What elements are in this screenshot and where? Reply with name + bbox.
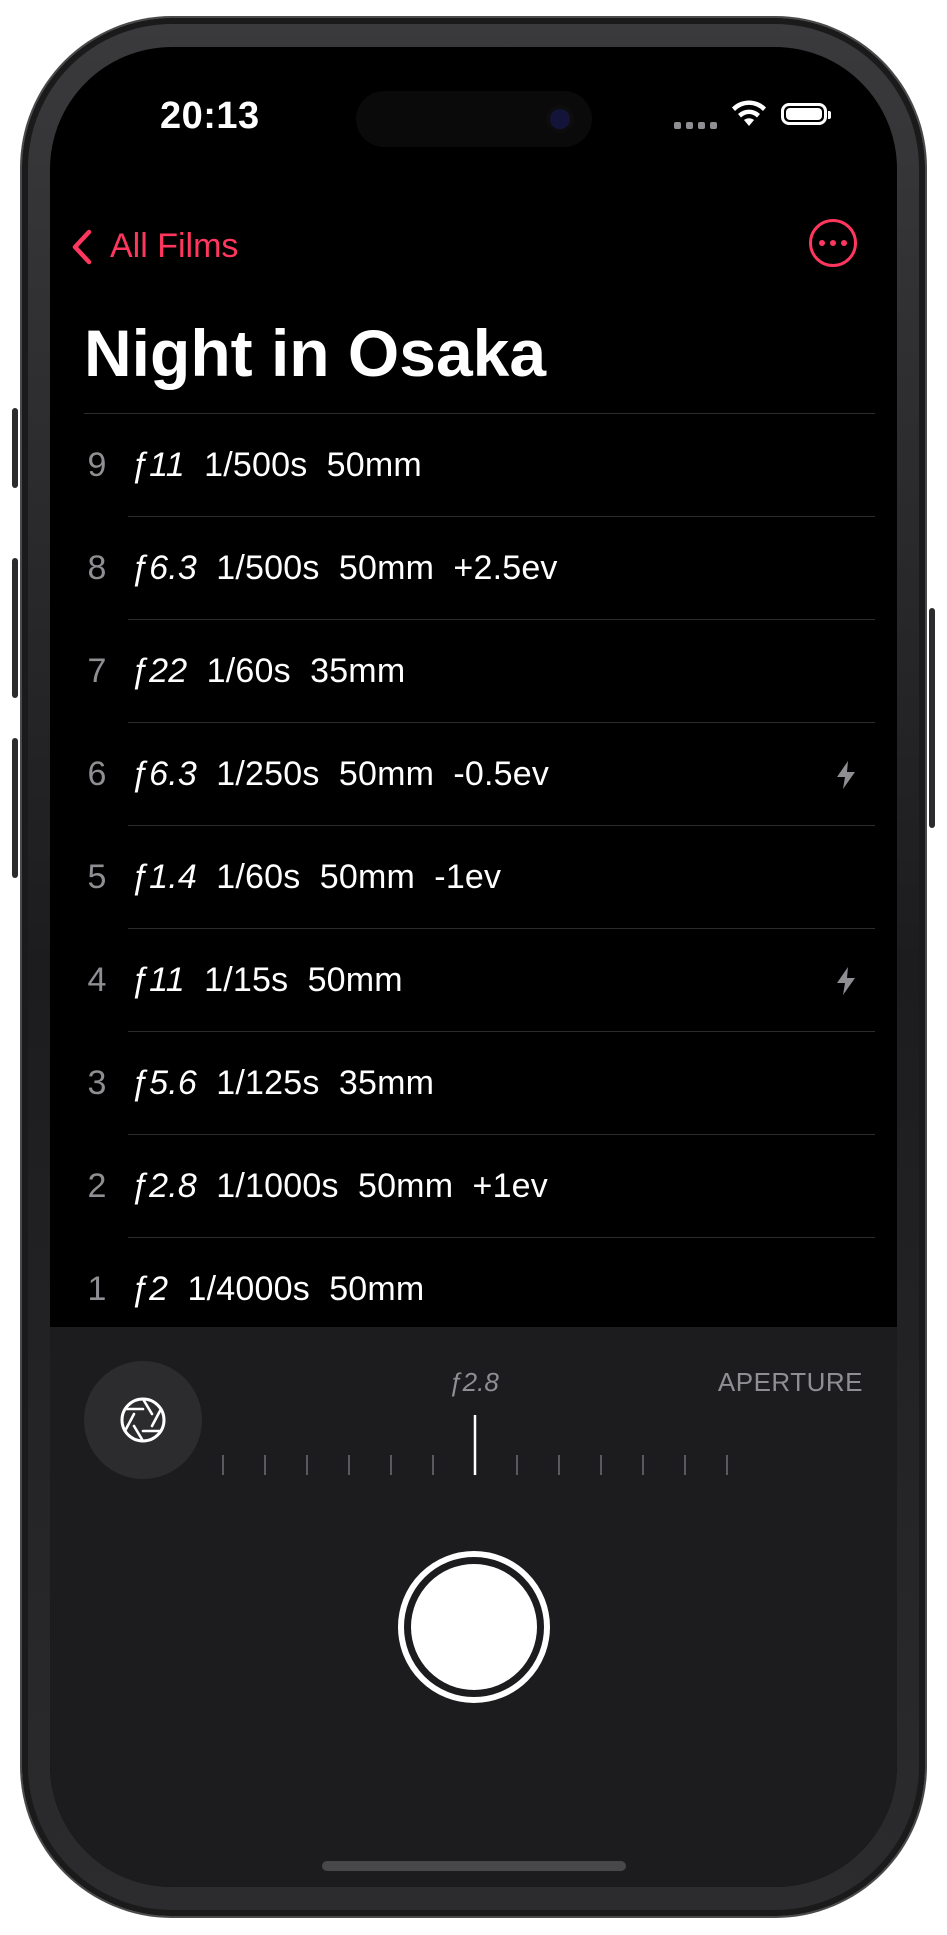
shot-settings: ƒ6.3 1/250s 50mm -0.5ev bbox=[130, 755, 549, 794]
control-panel: ƒ2.8 APERTURE bbox=[50, 1327, 897, 1887]
shot-row[interactable]: 9 ƒ11 1/500s 50mm bbox=[50, 414, 897, 517]
shot-settings: ƒ11 1/500s 50mm bbox=[130, 446, 422, 485]
shot-exposure: 1/1000s 50mm +1ev bbox=[196, 1167, 548, 1205]
shot-row[interactable]: 5 ƒ1.4 1/60s 50mm -1ev bbox=[50, 826, 897, 929]
shot-row[interactable]: 7 ƒ22 1/60s 35mm bbox=[50, 620, 897, 723]
shot-aperture: ƒ2 bbox=[130, 1270, 169, 1308]
shot-exposure: 1/500s 50mm bbox=[184, 446, 422, 484]
back-button[interactable]: All Films bbox=[70, 227, 238, 266]
status-icons bbox=[674, 99, 831, 129]
shot-aperture: ƒ1.4 bbox=[130, 858, 197, 896]
screen: 20:13 All Films Night in Osaka 9 ƒ11 1/5… bbox=[50, 47, 897, 1887]
more-options-button[interactable] bbox=[809, 219, 857, 267]
battery-icon bbox=[781, 103, 831, 125]
shot-exposure: 1/4000s 50mm bbox=[168, 1270, 425, 1308]
shot-aperture: ƒ5.6 bbox=[130, 1064, 197, 1102]
shot-number: 1 bbox=[87, 1270, 107, 1308]
shot-list: 9 ƒ11 1/500s 50mm 8 ƒ6.3 1/500s 50mm +2.5ev… bbox=[50, 414, 897, 1341]
shot-aperture: ƒ6.3 bbox=[130, 549, 197, 587]
flash-icon bbox=[837, 966, 855, 995]
page-title: Night in Osaka bbox=[84, 316, 547, 390]
wifi-icon bbox=[732, 100, 766, 126]
back-button-label: All Films bbox=[110, 227, 239, 265]
aperture-icon bbox=[120, 1397, 166, 1443]
shot-row[interactable]: 8 ƒ6.3 1/500s 50mm +2.5ev bbox=[50, 517, 897, 620]
shot-row[interactable]: 6 ƒ6.3 1/250s 50mm -0.5ev bbox=[50, 723, 897, 826]
shot-settings: ƒ5.6 1/125s 35mm bbox=[130, 1064, 434, 1103]
shot-exposure: 1/500s 50mm +2.5ev bbox=[196, 549, 558, 587]
shot-number: 4 bbox=[87, 961, 107, 999]
shot-number: 8 bbox=[87, 549, 107, 587]
action-button bbox=[12, 408, 18, 488]
shot-exposure: 1/60s 35mm bbox=[187, 652, 406, 690]
shot-number: 6 bbox=[87, 755, 107, 793]
shot-settings: ƒ6.3 1/500s 50mm +2.5ev bbox=[130, 549, 558, 588]
shot-exposure: 1/60s 50mm -1ev bbox=[196, 858, 502, 896]
home-indicator[interactable] bbox=[322, 1861, 626, 1871]
shot-settings: ƒ2 1/4000s 50mm bbox=[130, 1270, 424, 1309]
shot-exposure: 1/250s 50mm -0.5ev bbox=[196, 755, 550, 793]
shutter-button[interactable] bbox=[398, 1551, 550, 1703]
shot-aperture: ƒ22 bbox=[130, 652, 188, 690]
shot-number: 2 bbox=[87, 1167, 107, 1205]
ellipsis-icon bbox=[819, 240, 825, 246]
shot-aperture: ƒ11 bbox=[130, 961, 185, 999]
shot-row[interactable]: 2 ƒ2.8 1/1000s 50mm +1ev bbox=[50, 1135, 897, 1238]
shot-settings: ƒ1.4 1/60s 50mm -1ev bbox=[130, 858, 501, 897]
shot-row[interactable]: 3 ƒ5.6 1/125s 35mm bbox=[50, 1032, 897, 1135]
shutter-button-inner bbox=[411, 1564, 537, 1690]
shot-aperture: ƒ11 bbox=[130, 446, 185, 484]
front-camera bbox=[550, 109, 570, 129]
shot-aperture: ƒ2.8 bbox=[130, 1167, 197, 1205]
power-button bbox=[929, 608, 935, 828]
shot-exposure: 1/125s 35mm bbox=[196, 1064, 435, 1102]
shot-number: 7 bbox=[87, 652, 107, 690]
shot-row[interactable]: 1 ƒ2 1/4000s 50mm bbox=[50, 1238, 897, 1341]
navigation-bar: All Films bbox=[50, 207, 897, 287]
shot-settings: ƒ2.8 1/1000s 50mm +1ev bbox=[130, 1167, 548, 1206]
shot-exposure: 1/15s 50mm bbox=[184, 961, 403, 999]
status-bar: 20:13 bbox=[50, 47, 897, 177]
shot-row[interactable]: 4 ƒ11 1/15s 50mm bbox=[50, 929, 897, 1032]
shot-settings: ƒ11 1/15s 50mm bbox=[130, 961, 403, 1000]
shot-aperture: ƒ6.3 bbox=[130, 755, 197, 793]
volume-down-button bbox=[12, 738, 18, 878]
volume-up-button bbox=[12, 558, 18, 698]
status-time: 20:13 bbox=[160, 95, 260, 137]
cellular-signal-icon bbox=[674, 99, 717, 129]
shot-number: 3 bbox=[87, 1064, 107, 1102]
flash-icon bbox=[837, 760, 855, 789]
aperture-dial[interactable] bbox=[220, 1415, 730, 1479]
shot-number: 5 bbox=[87, 858, 107, 896]
shot-number: 9 bbox=[87, 446, 107, 484]
chevron-left-icon bbox=[72, 229, 92, 264]
shot-settings: ƒ22 1/60s 35mm bbox=[130, 652, 405, 691]
dial-label: APERTURE bbox=[717, 1367, 863, 1397]
